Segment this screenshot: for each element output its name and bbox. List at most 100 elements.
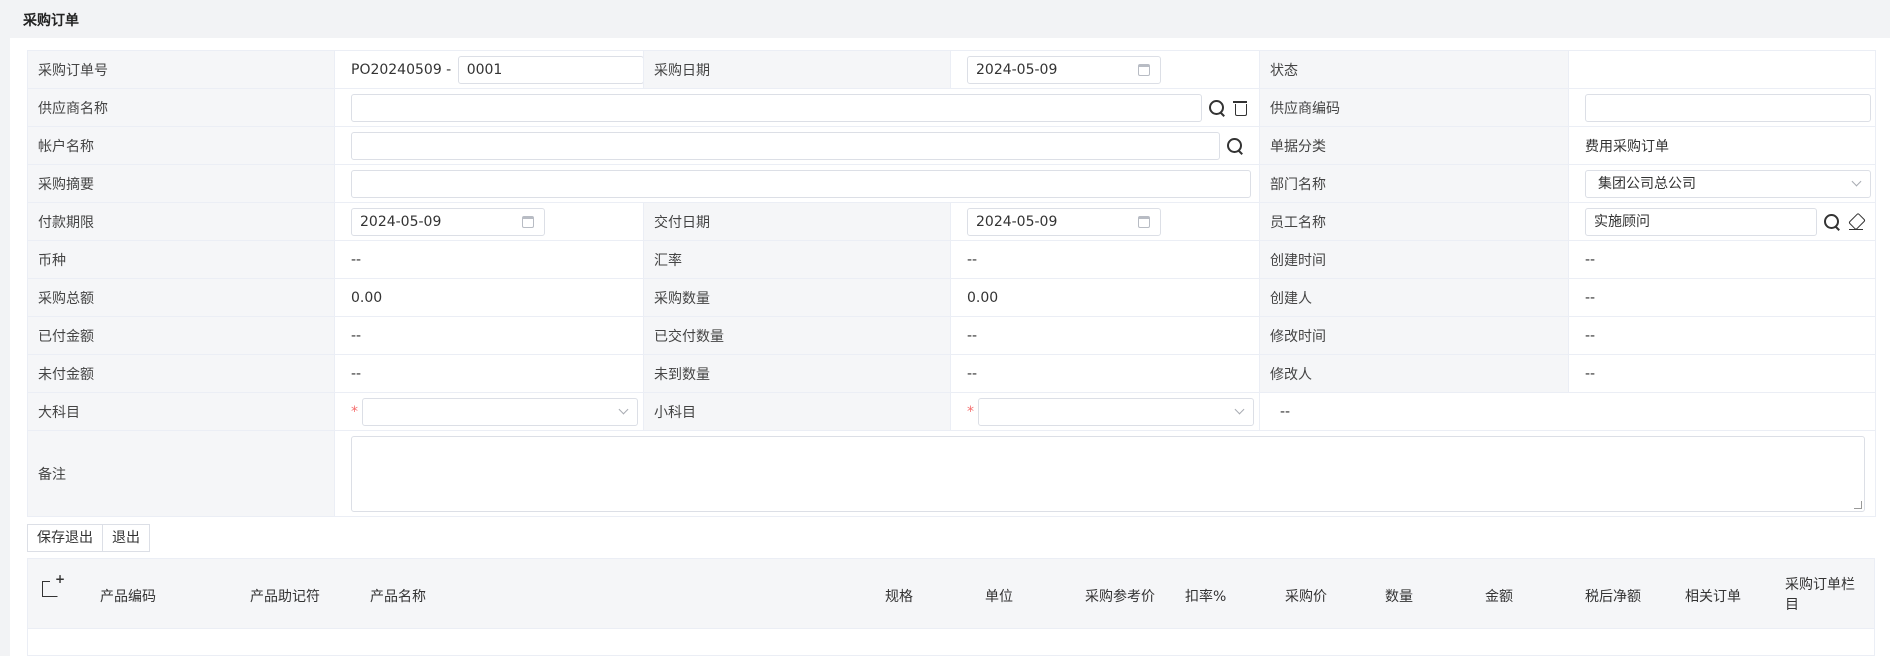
po-number-cell: PO20240509 - 0001	[334, 50, 644, 89]
rate-label: 汇率	[643, 240, 951, 279]
summary-cell	[334, 164, 1260, 203]
remark-textarea[interactable]	[351, 435, 1865, 512]
resize-handle-icon[interactable]	[1854, 500, 1862, 509]
doc-category-label: 单据分类	[1259, 126, 1569, 165]
calendar-icon	[1138, 63, 1150, 76]
modifier-value: --	[1568, 354, 1876, 393]
col-unit: 单位	[985, 589, 1013, 605]
employee-clear-icon[interactable]	[1847, 213, 1865, 231]
order-date-picker[interactable]: 2024-05-09	[967, 55, 1161, 84]
unpaid-amount-label: 未付金额	[27, 354, 335, 393]
dept-label: 部门名称	[1259, 164, 1569, 203]
form-row: 采购总额 0.00 采购数量 0.00 创建人 --	[27, 278, 1876, 317]
form-row: 付款期限 2024-05-09 交付日期 2024-05-09 员工名称 实施顾…	[27, 202, 1876, 241]
delivery-date-label: 交付日期	[643, 202, 951, 241]
form-row: 帐户名称 单据分类 费用采购订单	[27, 126, 1876, 165]
supplier-search-icon[interactable]	[1208, 99, 1226, 117]
col-product-mnemonic: 产品助记符	[250, 589, 320, 605]
employee-cell: 实施顾问	[1568, 202, 1876, 241]
calendar-icon	[522, 215, 534, 228]
po-number-label: 采购订单号	[27, 50, 335, 89]
delivery-date-cell: 2024-05-09	[950, 202, 1260, 241]
account-name-input[interactable]	[351, 131, 1220, 160]
currency-label: 币种	[27, 240, 335, 279]
remark-cell	[334, 430, 1876, 517]
unpaid-amount-value: --	[334, 354, 644, 393]
supplier-code-input[interactable]	[1585, 93, 1871, 122]
supplier-code-cell	[1568, 88, 1876, 127]
major-subject-cell: *	[334, 392, 644, 431]
delivered-qty-label: 已交付数量	[643, 316, 951, 355]
col-product-code: 产品编码	[100, 589, 156, 605]
employee-search-icon[interactable]	[1823, 213, 1841, 231]
product-grid: 产品编码 产品助记符 产品名称 规格 单位 采购参考价 扣率% 采购价 数量 金…	[27, 558, 1875, 656]
payment-term-cell: 2024-05-09	[334, 202, 644, 241]
form-row: 已付金额 -- 已交付数量 -- 修改时间 --	[27, 316, 1876, 355]
creator-value: --	[1568, 278, 1876, 317]
supplier-clear-icon[interactable]	[1232, 99, 1250, 117]
subject-extra-value: --	[1259, 392, 1876, 431]
exit-button[interactable]: 退出	[103, 524, 150, 552]
undelivered-qty-label: 未到数量	[643, 354, 951, 393]
chevron-down-icon	[1234, 404, 1245, 414]
required-mark: *	[967, 403, 974, 420]
delivery-date-value: 2024-05-09	[976, 213, 1058, 230]
supplier-name-input[interactable]	[351, 93, 1202, 122]
total-amount-value: 0.00	[334, 278, 644, 317]
save-exit-button[interactable]: 保存退出	[27, 524, 103, 552]
employee-label: 员工名称	[1259, 202, 1569, 241]
total-amount-label: 采购总额	[27, 278, 335, 317]
payment-term-picker[interactable]: 2024-05-09	[351, 207, 545, 236]
calendar-icon	[1138, 215, 1150, 228]
modified-time-value: --	[1568, 316, 1876, 355]
col-purchase-price: 采购价	[1285, 589, 1327, 605]
chevron-down-icon	[618, 404, 629, 414]
grid-header: 产品编码 产品助记符 产品名称 规格 单位 采购参考价 扣率% 采购价 数量 金…	[28, 559, 1874, 629]
account-search-icon[interactable]	[1226, 137, 1244, 155]
col-related-order: 相关订单	[1685, 589, 1741, 605]
col-reference-price: 采购参考价	[1085, 589, 1155, 605]
dept-value: 集团公司总公司	[1598, 175, 1696, 192]
po-suffix-input[interactable]: 0001	[457, 55, 643, 84]
order-form: 采购订单号 PO20240509 - 0001 采购日期 2024-05-09 …	[27, 50, 1876, 517]
doc-category-value: 费用采购订单	[1568, 126, 1876, 165]
created-time-label: 创建时间	[1259, 240, 1569, 279]
order-date-value: 2024-05-09	[976, 61, 1058, 78]
status-value	[1568, 50, 1876, 89]
major-subject-select[interactable]	[362, 397, 638, 426]
dept-select[interactable]: 集团公司总公司	[1585, 169, 1871, 198]
col-quantity: 数量	[1385, 589, 1413, 605]
account-name-cell	[334, 126, 1260, 165]
order-date-cell: 2024-05-09	[950, 50, 1260, 89]
paid-amount-value: --	[334, 316, 644, 355]
col-discount-rate: 扣率%	[1185, 589, 1227, 605]
form-row: 大科目 * 小科目 * --	[27, 392, 1876, 431]
rate-value: --	[950, 240, 1260, 279]
quantity-label: 采购数量	[643, 278, 951, 317]
chevron-down-icon	[1851, 176, 1862, 186]
creator-label: 创建人	[1259, 278, 1569, 317]
col-po-section: 采购订单栏目	[1785, 577, 1855, 613]
po-prefix: PO20240509 -	[351, 61, 452, 78]
modified-time-label: 修改时间	[1259, 316, 1569, 355]
col-product-name: 产品名称	[370, 589, 426, 605]
remark-label: 备注	[27, 430, 335, 517]
form-row: 未付金额 -- 未到数量 -- 修改人 --	[27, 354, 1876, 393]
employee-input[interactable]: 实施顾问	[1585, 207, 1817, 236]
undelivered-qty-value: --	[950, 354, 1260, 393]
form-row: 备注	[27, 430, 1876, 517]
col-net-after-tax: 税后净额	[1585, 589, 1641, 605]
minor-subject-cell: *	[950, 392, 1260, 431]
delivery-date-picker[interactable]: 2024-05-09	[967, 207, 1161, 236]
summary-input[interactable]	[351, 169, 1251, 198]
created-time-value: --	[1568, 240, 1876, 279]
minor-subject-select[interactable]	[978, 397, 1254, 426]
major-subject-label: 大科目	[27, 392, 335, 431]
dept-cell: 集团公司总公司	[1568, 164, 1876, 203]
form-row: 采购摘要 部门名称 集团公司总公司	[27, 164, 1876, 203]
add-row-icon[interactable]	[41, 572, 65, 597]
paid-amount-label: 已付金额	[27, 316, 335, 355]
form-row: 币种 -- 汇率 -- 创建时间 --	[27, 240, 1876, 279]
summary-label: 采购摘要	[27, 164, 335, 203]
modifier-label: 修改人	[1259, 354, 1569, 393]
